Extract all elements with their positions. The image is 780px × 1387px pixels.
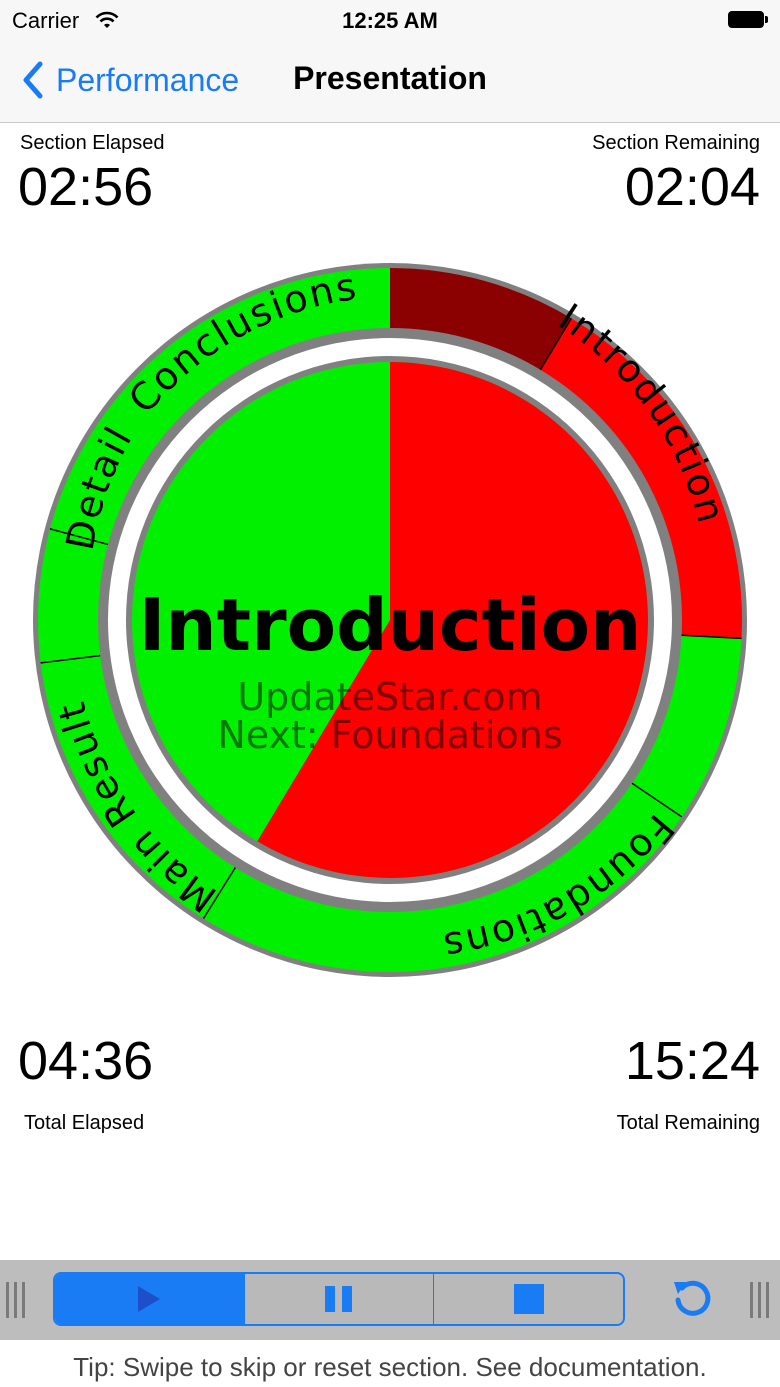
section-remaining-value: 02:04 (624, 157, 760, 217)
section-remaining-label: Section Remaining (592, 132, 760, 154)
stop-button[interactable] (434, 1274, 623, 1324)
status-bar: Carrier 12:25 AM (0, 0, 780, 40)
total-remaining-value: 15:24 (624, 1031, 760, 1091)
next-section-label: Next: Foundations (217, 713, 562, 757)
stop-icon (513, 1284, 544, 1314)
chevron-left-icon (23, 61, 43, 99)
current-section-title: Introduction (139, 583, 642, 667)
total-remaining-label: Total Remaining (616, 1112, 760, 1134)
tip-text: Tip: Swipe to skip or reset section. See… (73, 1352, 707, 1382)
right-swipe-handle[interactable] (750, 1282, 772, 1318)
play-button[interactable] (55, 1274, 245, 1324)
navigation-bar: Performance Presentation (0, 40, 780, 123)
total-elapsed-label: Total Elapsed (24, 1112, 145, 1134)
battery-icon (728, 11, 768, 28)
pause-icon (325, 1286, 352, 1312)
back-button[interactable]: Performance (20, 58, 239, 102)
playback-control[interactable] (53, 1272, 625, 1326)
pause-button[interactable] (245, 1274, 435, 1324)
play-icon (138, 1286, 161, 1312)
section-elapsed-label: Section Elapsed (20, 132, 165, 154)
section-dial[interactable]: Introduction Foundations Main Result Det… (0, 250, 780, 1000)
page-title: Presentation (293, 60, 487, 96)
left-swipe-handle[interactable] (6, 1282, 28, 1318)
back-label: Performance (56, 61, 240, 98)
reset-icon[interactable] (670, 1278, 714, 1322)
controls-bar (0, 1260, 780, 1340)
section-elapsed-value: 02:56 (18, 157, 154, 217)
total-elapsed-value: 04:36 (18, 1031, 154, 1091)
clock: 12:25 AM (342, 8, 438, 33)
